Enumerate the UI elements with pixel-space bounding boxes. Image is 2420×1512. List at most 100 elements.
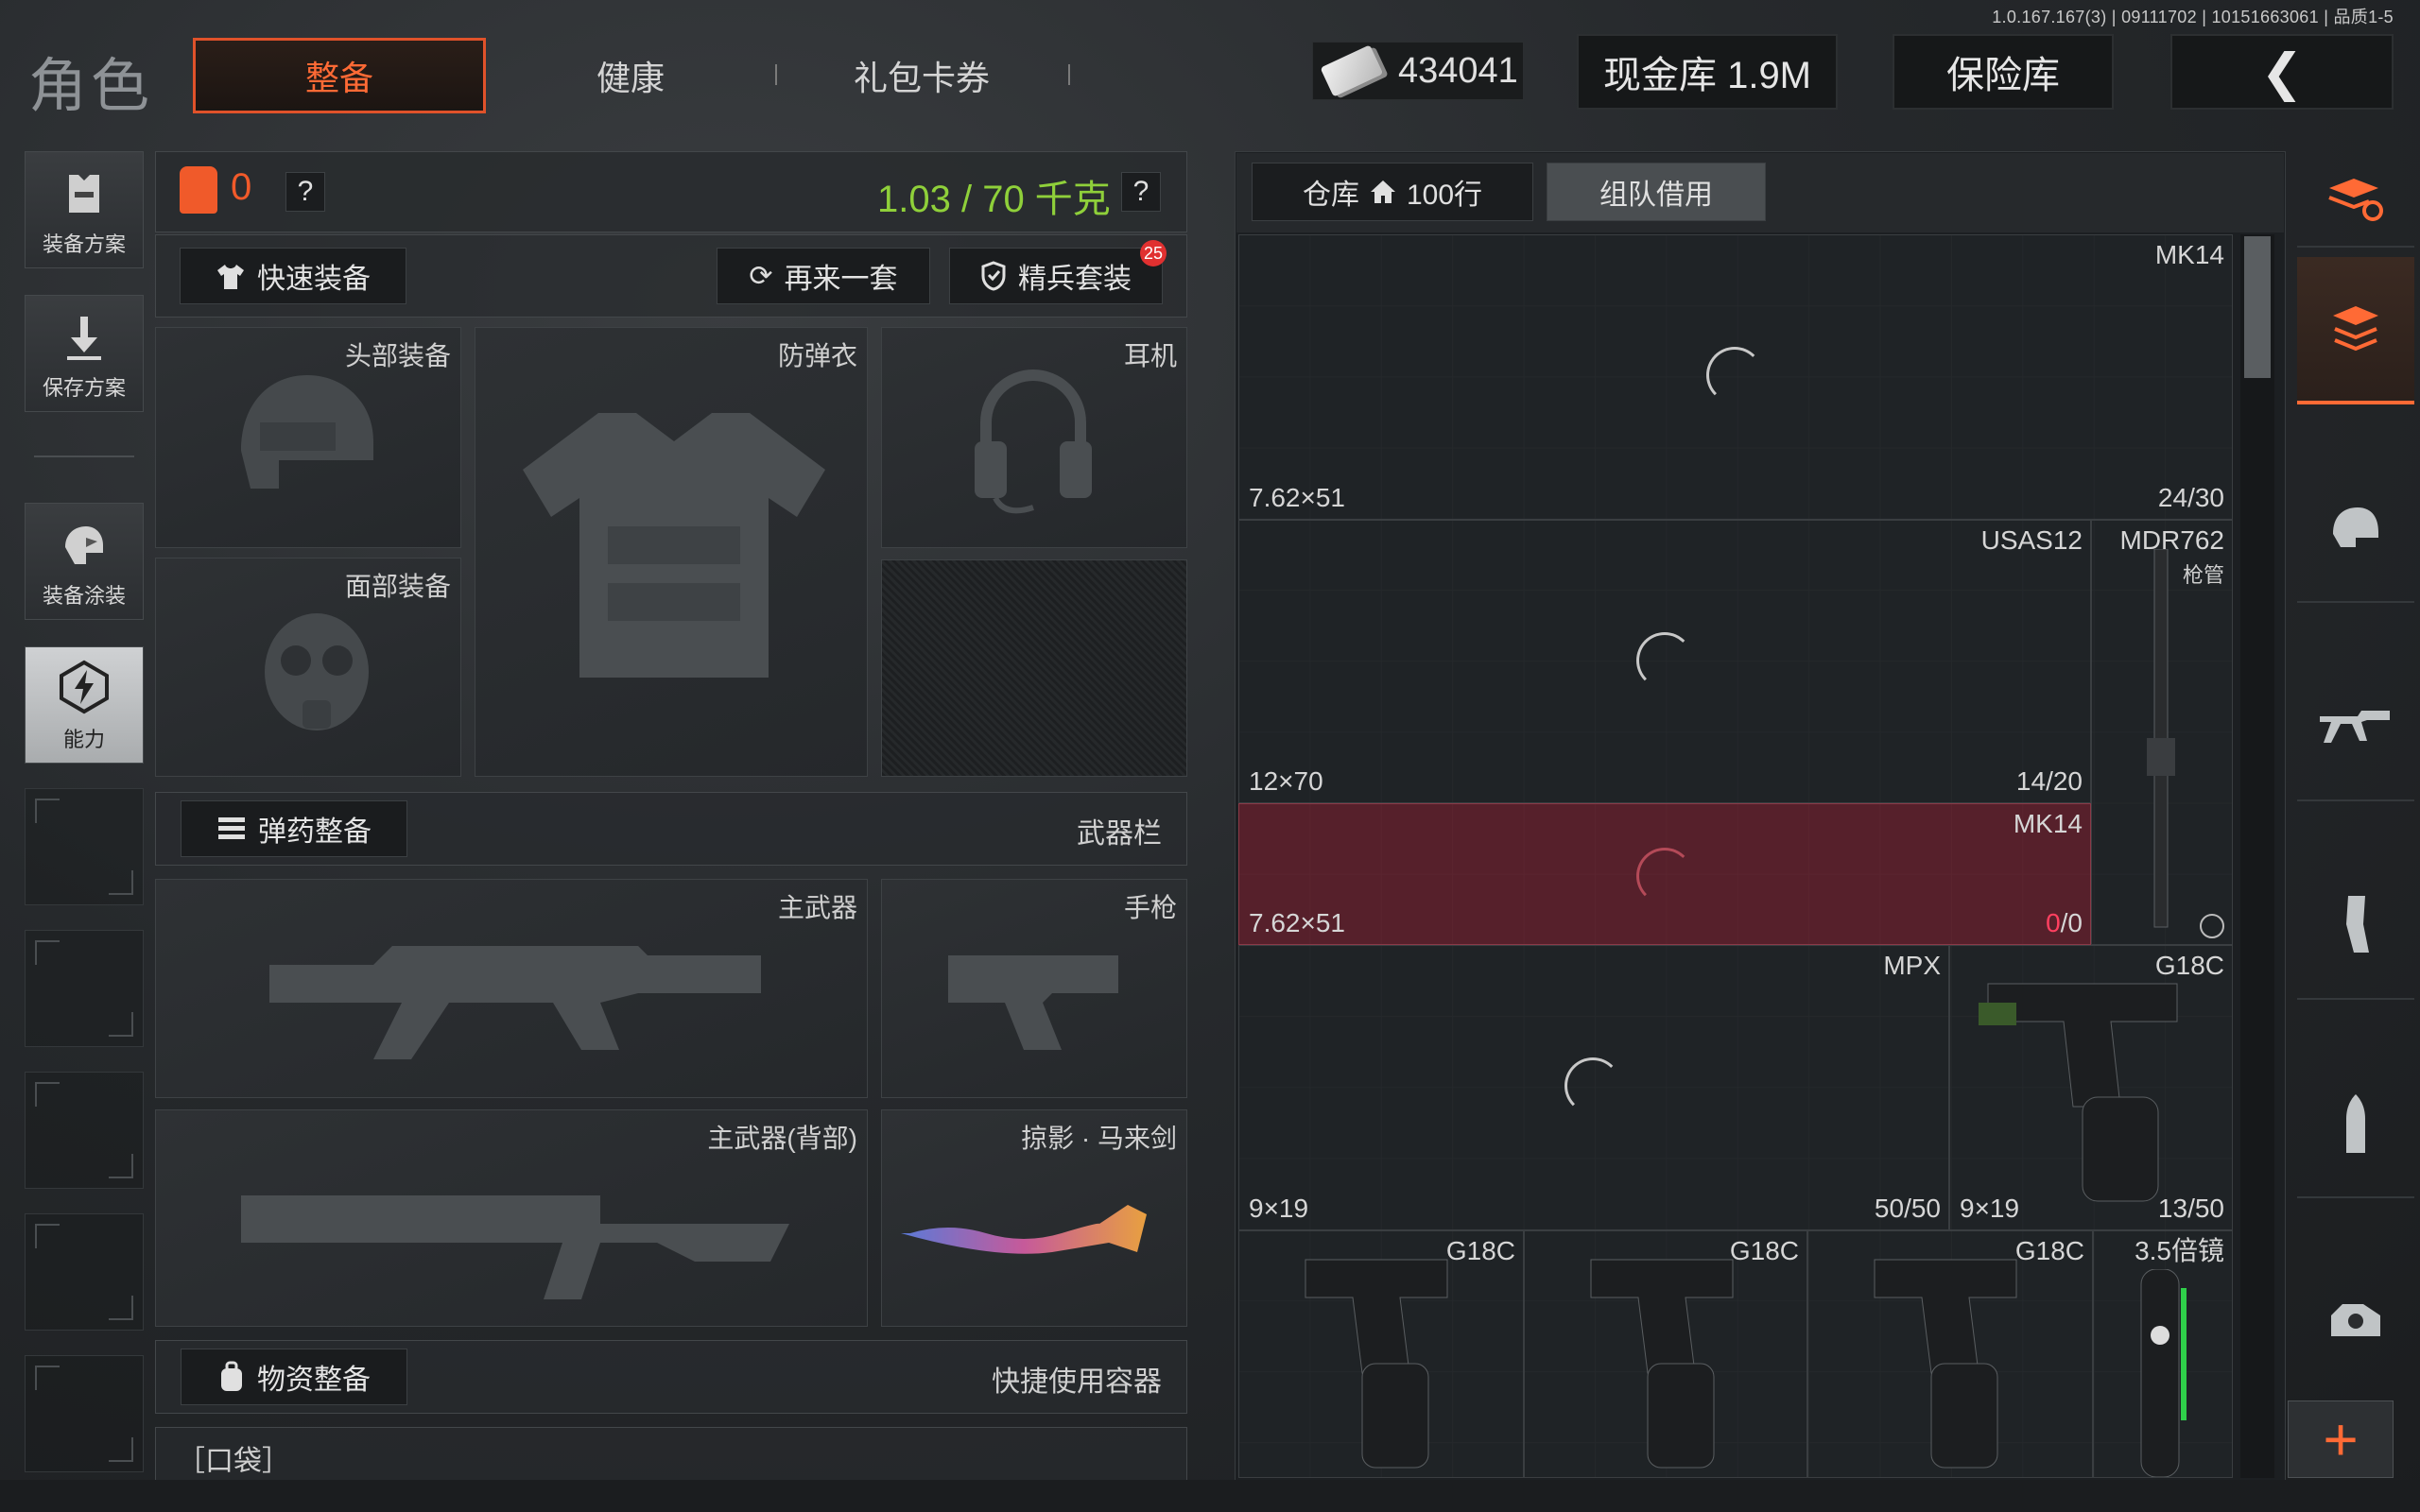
armor-count: 0	[231, 166, 252, 208]
inventory-item[interactable]: 3.5倍镜	[2093, 1230, 2233, 1478]
empty-slot[interactable]	[25, 788, 144, 905]
empty-slot[interactable]	[25, 1072, 144, 1189]
tab-health[interactable]: 健康	[484, 38, 777, 113]
inventory-item[interactable]: G18C	[1238, 1230, 1524, 1478]
rifle-icon	[269, 946, 761, 1059]
inventory-item[interactable]: MK14 7.62×51 24/30	[1238, 234, 2233, 520]
vest-icon	[69, 175, 99, 213]
head-gear-slot[interactable]: 头部装备	[155, 327, 461, 548]
helmet-icon	[241, 375, 373, 489]
inventory-item-empty[interactable]: MK14 7.62×51 0/0	[1238, 803, 2091, 945]
inventory-item[interactable]: USAS12 12×70 14/20	[1238, 520, 2091, 803]
ammo-list-icon	[218, 817, 245, 839]
inventory-item[interactable]: MPX 9×19 50/50	[1238, 945, 1949, 1230]
ammo-prep-button[interactable]: 弹药整备	[181, 800, 407, 857]
tab-warehouse[interactable]: 仓库 100行	[1252, 163, 1533, 221]
empty-slot[interactable]	[25, 930, 144, 1047]
headset-slot[interactable]: 耳机	[881, 327, 1187, 548]
bottom-strip	[0, 1480, 2420, 1512]
empty-slot[interactable]	[25, 1213, 144, 1331]
pistol-drum-icon	[1590, 1259, 1734, 1469]
primary-back-weapon-slot[interactable]: 主武器(背部)	[155, 1109, 868, 1327]
loading-spinner-icon	[1706, 347, 1763, 404]
scrollbar-thumb[interactable]	[2244, 236, 2271, 378]
pistol-drum-icon	[1305, 1259, 1448, 1469]
ammo-prep-label: 弹药整备	[258, 816, 372, 848]
item-ammo-count: 50/50	[1874, 1194, 1941, 1223]
item-ammo-count: 14/20	[2015, 766, 2083, 796]
sort-refresh-button[interactable]	[2297, 153, 2414, 248]
another-set-button[interactable]: ⟳ 再来一套	[717, 248, 930, 304]
item-ammo-count: 24/30	[2157, 483, 2224, 512]
tab-outfit[interactable]: 整备	[193, 38, 486, 113]
item-caliber: 9×19	[1249, 1194, 1309, 1223]
equip-skin-button[interactable]: 装备涂装	[25, 503, 144, 620]
supply-prep-button[interactable]: 物资整备	[181, 1349, 407, 1405]
inventory-item[interactable]: G18C 9×19 13/50	[1949, 945, 2233, 1230]
body-armor-slot[interactable]: 防弹衣	[475, 327, 868, 777]
slot-label: 主武器(背部)	[707, 1124, 857, 1153]
red-dot-sight-icon	[2331, 1304, 2380, 1336]
item-caliber: 12×70	[1249, 766, 1323, 796]
another-set-label: 再来一套	[784, 264, 898, 295]
primary-weapon-slot[interactable]: 主武器	[155, 879, 868, 1098]
category-attachment-button[interactable]	[2297, 1249, 2414, 1397]
empty-slot[interactable]	[25, 1355, 144, 1472]
inventory-item[interactable]: MDR762 枪管	[2091, 520, 2233, 945]
item-ammo-count: 0/0	[2046, 908, 2083, 938]
magazine-icon	[2346, 896, 2369, 953]
shirt-icon	[217, 265, 244, 289]
weight-help-button[interactable]: ?	[1121, 172, 1161, 212]
ability-button[interactable]: 能力	[25, 646, 144, 764]
cash-vault-button[interactable]: 现金库 1.9M	[1577, 34, 1838, 110]
category-gear-button[interactable]	[2297, 455, 2414, 603]
cash-amount: 434041	[1398, 50, 1518, 91]
body-armor-icon	[523, 413, 825, 678]
category-ammo-button[interactable]	[2297, 1051, 2414, 1198]
back-button[interactable]: ❮	[2170, 34, 2394, 110]
slot-label: 防弹衣	[777, 341, 857, 370]
add-button[interactable]: +	[2288, 1400, 2394, 1478]
slot-label: 耳机	[1123, 341, 1177, 370]
helmet-icon	[2333, 507, 2378, 547]
gas-mask-icon	[265, 613, 369, 730]
melee-slot[interactable]: 掠影 · 马来剑	[881, 1109, 1187, 1327]
equip-plan-button[interactable]: 装备方案	[25, 151, 144, 268]
quick-equip-label: 快速装备	[257, 264, 371, 295]
elite-set-button[interactable]: 精兵套装	[949, 248, 1163, 304]
save-plan-button[interactable]: 保存方案	[25, 295, 144, 412]
loading-spinner-icon	[1564, 1057, 1621, 1114]
bullet-icon	[2346, 1094, 2365, 1153]
backpack-icon	[221, 1361, 242, 1391]
category-weapon-button[interactable]	[2297, 654, 2414, 801]
loading-spinner-icon	[1636, 848, 1693, 904]
ability-label: 能力	[62, 728, 105, 751]
category-magazine-button[interactable]	[2297, 852, 2414, 1000]
face-gear-slot[interactable]: 面部装备	[155, 558, 461, 777]
plus-icon: +	[2323, 1405, 2359, 1473]
inventory-item[interactable]: G18C	[1807, 1230, 2093, 1478]
safe-box-button[interactable]: 保险库	[1893, 34, 2114, 110]
download-icon	[67, 317, 101, 360]
help-button[interactable]: ?	[285, 172, 325, 212]
quick-equip-button[interactable]: 快速装备	[180, 248, 406, 304]
warehouse-tab-label: 仓库	[1302, 180, 1359, 211]
pistol-drum-icon	[1874, 1259, 2017, 1469]
pistol-slot[interactable]: 手枪	[881, 879, 1187, 1098]
category-all-button[interactable]	[2297, 257, 2414, 404]
elite-set-label: 精兵套装	[1018, 264, 1132, 295]
ammo-section: 弹药整备 武器栏	[155, 792, 1187, 866]
inventory-item[interactable]: G18C	[1524, 1230, 1807, 1478]
item-caliber: 7.62×51	[1249, 483, 1345, 512]
scope-icon	[2140, 1269, 2187, 1477]
tab-gift-cards[interactable]: 礼包卡券	[775, 38, 1068, 113]
tab-team-borrow[interactable]: 组队借用	[1547, 163, 1766, 221]
helmet-paint-icon	[65, 526, 103, 564]
home-icon	[1370, 180, 1395, 203]
pocket-area[interactable]: ［口袋］	[155, 1427, 1187, 1480]
supply-section: 物资整备 快捷使用容器	[155, 1340, 1187, 1414]
inventory-scrollbar[interactable]	[2240, 234, 2274, 1478]
elite-set-badge: 25	[1140, 240, 1167, 266]
item-name: MPX	[1883, 951, 1941, 980]
item-name: MK14	[2154, 240, 2224, 269]
